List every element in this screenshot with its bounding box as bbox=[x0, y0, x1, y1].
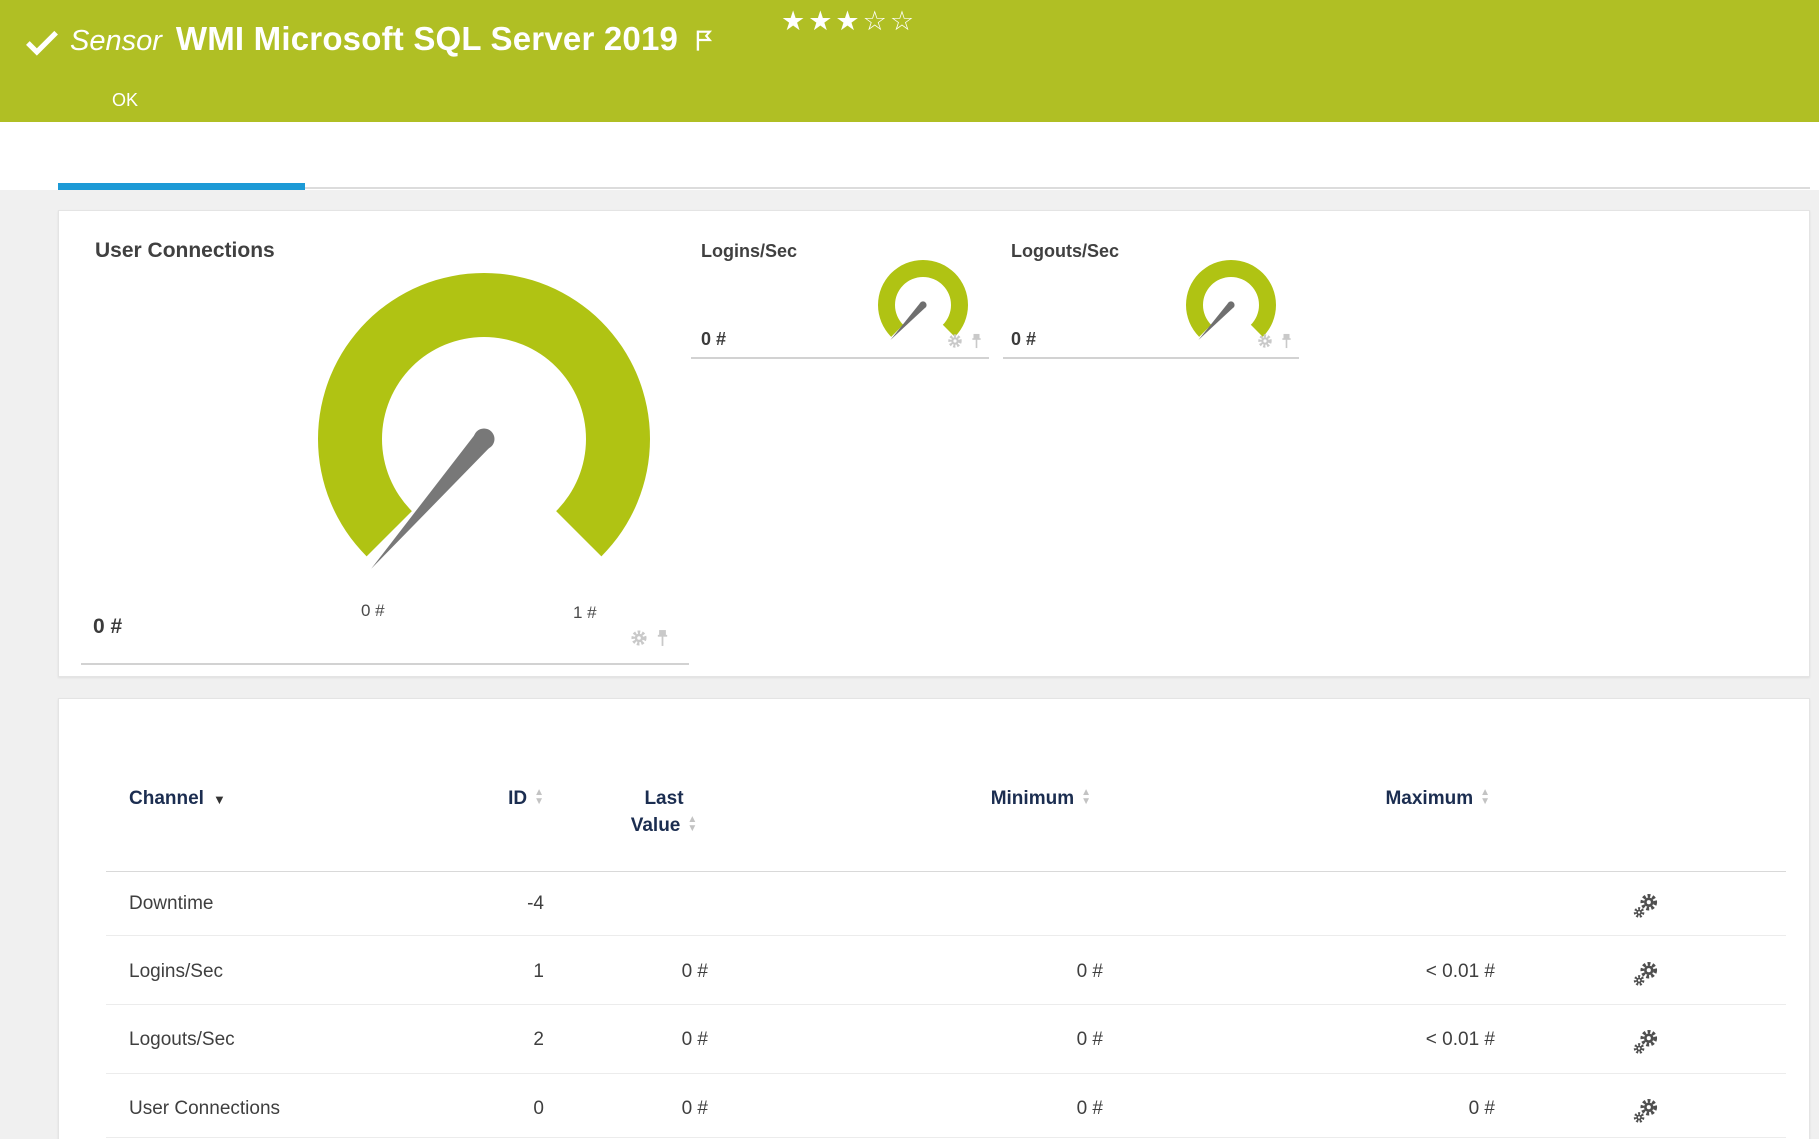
pin-icon[interactable] bbox=[1280, 333, 1293, 349]
pin-icon[interactable] bbox=[655, 629, 670, 647]
cell-last-value: 0 # bbox=[681, 1098, 708, 1119]
row-divider bbox=[106, 1073, 1786, 1074]
logouts-value: 0 # bbox=[1011, 329, 1037, 349]
cell-maximum: 0 # bbox=[1468, 1098, 1495, 1119]
header-label: Last bbox=[644, 788, 684, 809]
tab-bar: Overview Live Data 2 days 30 days 365 da… bbox=[0, 122, 1819, 299]
channel-table-card: Channel ▼ ID ▲ ▼ Last Value ▲ ▼ Minimum ▲ ▼… bbox=[58, 698, 1810, 1139]
panel-actions bbox=[947, 333, 983, 349]
user-connections-gauge bbox=[318, 273, 650, 569]
cell-channel: Logins/Sec bbox=[129, 961, 224, 982]
prtg-sensor-page: Sensor WMI Microsoft SQL Server 2019 ★★★… bbox=[0, 0, 1819, 1139]
panel-actions bbox=[630, 629, 670, 647]
panel-actions bbox=[1257, 333, 1293, 349]
cell-channel: Downtime bbox=[129, 893, 214, 914]
sensor-status-banner: Sensor WMI Microsoft SQL Server 2019 ★★★… bbox=[0, 0, 1819, 122]
gear-icon[interactable] bbox=[630, 629, 648, 647]
tabbar-divider bbox=[58, 187, 1810, 189]
row-divider bbox=[106, 935, 1786, 936]
gear-icon[interactable] bbox=[947, 333, 963, 349]
column-header-channel[interactable]: Channel ▼ bbox=[129, 788, 226, 810]
logouts-panel-title: Logouts/Sec bbox=[1011, 241, 1120, 261]
panel-underline bbox=[1003, 357, 1299, 359]
row-divider bbox=[106, 1137, 1786, 1138]
cell-id: 2 bbox=[533, 1029, 544, 1050]
cell-minimum: 0 # bbox=[1076, 961, 1103, 982]
header-label: Channel bbox=[129, 788, 204, 809]
header-label: Maximum bbox=[1385, 788, 1474, 809]
stars-filled: ★★★ bbox=[781, 6, 863, 36]
cell-minimum: 0 # bbox=[1076, 1029, 1103, 1050]
header-divider bbox=[106, 871, 1786, 872]
active-tab-indicator bbox=[58, 183, 305, 190]
stars-empty: ☆☆ bbox=[862, 6, 918, 36]
logins-panel-title: Logins/Sec bbox=[701, 241, 798, 261]
panel-underline bbox=[81, 663, 689, 665]
cell-last-value: 0 # bbox=[681, 961, 708, 982]
row-divider bbox=[106, 1004, 1786, 1005]
sort-icon: ▲ ▼ bbox=[1081, 787, 1091, 807]
pin-icon[interactable] bbox=[970, 333, 983, 349]
column-header-minimum[interactable]: Minimum ▲ ▼ bbox=[941, 788, 1091, 810]
sort-icon: ▲ ▼ bbox=[687, 814, 698, 834]
sensor-title-row: Sensor WMI Microsoft SQL Server 2019 bbox=[70, 20, 718, 58]
double-gear-icon[interactable] bbox=[1631, 1097, 1659, 1125]
cell-channel: Logouts/Sec bbox=[129, 1029, 235, 1050]
check-icon bbox=[26, 30, 58, 56]
gauge-panel-title: User Connections bbox=[95, 239, 275, 262]
cell-maximum: < 0.01 # bbox=[1425, 961, 1495, 982]
header-label: Minimum bbox=[990, 788, 1075, 809]
logins-value: 0 # bbox=[701, 329, 727, 349]
cell-maximum: < 0.01 # bbox=[1425, 1029, 1495, 1050]
column-header-id[interactable]: ID ▲ ▼ bbox=[394, 788, 544, 810]
header-label: Value bbox=[630, 815, 681, 836]
double-gear-icon[interactable] bbox=[1631, 892, 1659, 920]
cell-last-value: 0 # bbox=[681, 1029, 708, 1050]
cell-id: 0 bbox=[533, 1098, 544, 1119]
cell-id: -4 bbox=[527, 893, 544, 914]
page-title: WMI Microsoft SQL Server 2019 bbox=[175, 20, 679, 57]
double-gear-icon[interactable] bbox=[1631, 960, 1659, 988]
sort-desc-icon: ▼ bbox=[212, 791, 226, 807]
gauges-card: User Connections 0 # 0 # 1 # Logins/Sec … bbox=[58, 210, 1810, 677]
sort-icon: ▲ ▼ bbox=[534, 787, 544, 807]
gauge-scale-min: 0 # bbox=[361, 601, 385, 620]
column-header-last-value[interactable]: Last Value ▲ ▼ bbox=[584, 788, 744, 837]
sensor-kind-label: Sensor bbox=[70, 25, 162, 57]
cell-minimum: 0 # bbox=[1076, 1098, 1103, 1119]
header-label: ID bbox=[508, 788, 528, 809]
user-connections-value: 0 # bbox=[93, 615, 123, 638]
status-badge: OK bbox=[112, 90, 139, 110]
cell-id: 1 bbox=[533, 961, 544, 982]
double-gear-icon[interactable] bbox=[1631, 1028, 1659, 1056]
sort-icon: ▲ ▼ bbox=[1480, 787, 1490, 807]
column-header-maximum[interactable]: Maximum ▲ ▼ bbox=[1340, 788, 1490, 810]
priority-stars[interactable]: ★★★☆☆ bbox=[781, 6, 917, 37]
gauge-scale-max: 1 # bbox=[573, 603, 597, 622]
cell-channel: User Connections bbox=[129, 1098, 281, 1119]
gear-icon[interactable] bbox=[1257, 333, 1273, 349]
flag-icon[interactable] bbox=[692, 27, 718, 53]
panel-underline bbox=[691, 357, 989, 359]
